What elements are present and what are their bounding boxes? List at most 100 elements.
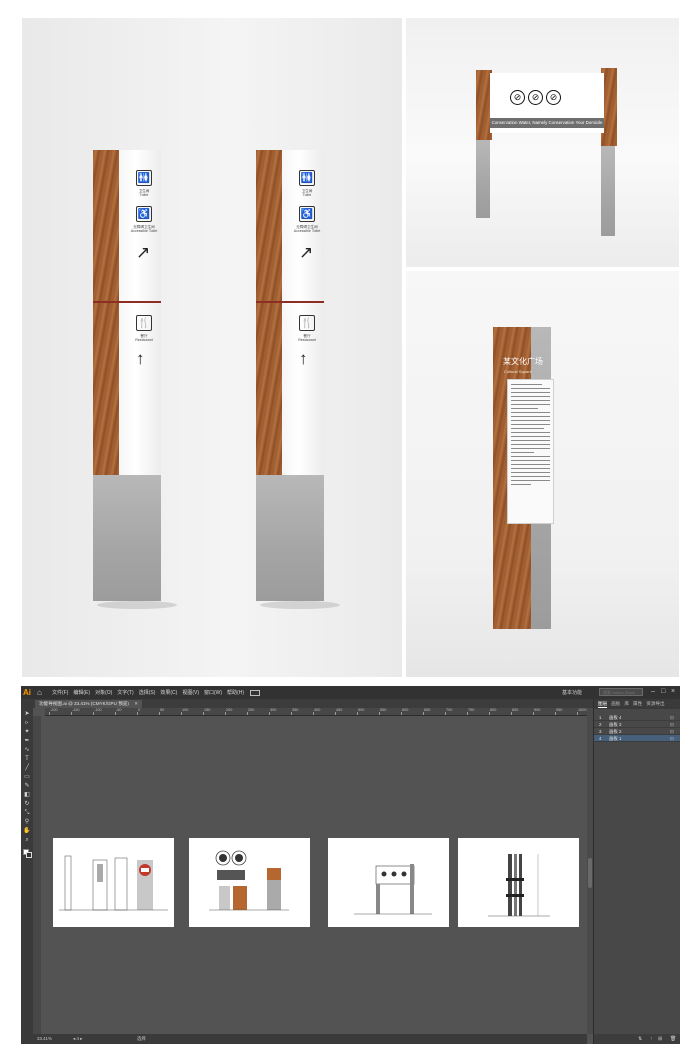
tab-artboards[interactable]: 画板 [611,701,620,707]
maximize-icon[interactable]: □ [661,688,665,696]
menu-effect[interactable]: 效果(C) [160,689,177,696]
menu-object[interactable]: 对象(O) [95,689,112,696]
vertical-ruler[interactable] [33,716,41,1034]
eraser-tool-icon[interactable]: ◧ [23,792,31,799]
eyedropper-tool-icon[interactable]: ⚲ [23,819,31,826]
menu-file[interactable]: 文件(F) [52,689,68,696]
document-tab-bar: 功能导视图.ai @ 33.41% (CMYK/GPU 预览) ✕ [33,699,599,708]
new-artboard-icon[interactable]: ⊞ [658,1034,662,1044]
ruler-label: 50 [160,708,165,712]
menu-edit[interactable]: 编辑(E) [73,689,90,696]
menu-window[interactable]: 窗口(W) [204,689,222,696]
toilet-label: 卫生间 Toilet [301,189,313,197]
document-tab[interactable]: 功能导视图.ai @ 33.41% (CMYK/GPU 预览) ✕ [35,700,143,708]
delete-icon[interactable]: 🗑 [670,1034,676,1044]
menu-select[interactable]: 选择(S) [139,689,156,696]
artboard-3-drawing [354,864,432,915]
artboard-options-icon[interactable]: ⊡ [670,721,674,728]
arrow-up-right-icon: ↗ [136,243,151,262]
rectangle-tool-icon[interactable]: ▭ [23,774,31,781]
no-fishing-icon: ⊘ [528,90,543,105]
tab-libraries[interactable]: 库 [624,701,629,707]
type-tool-icon[interactable]: T [23,756,31,763]
home-icon[interactable]: ⌂ [37,688,47,698]
artboard-options-icon[interactable]: ⊡ [670,728,674,735]
workspace-switcher[interactable]: 基本功能 [562,689,582,696]
app-logo-icon: Ai [23,688,31,697]
artboard-4-drawing [488,854,550,917]
menu-bar: Ai ⌂ 文件(F) 编辑(E) 对象(O) 文字(T) 选择(S) 效果(C)… [21,686,680,699]
horizontal-ruler[interactable]: -200 -150 -100 -50 0 50 100 150 200 250 300 350 400 4… [45,708,587,716]
render-showcase: 🚻 卫生间 Toilet ♿ 无障碍卫生间 Accessible Toilet ↗ … [22,18,679,677]
menu-help[interactable]: 帮助(H) [227,689,244,696]
ruler-label: -200 [50,708,58,712]
gate-sign-render: ⊘ ⊘ ⊘ Conservation Water, Namely Conserv… [406,18,679,267]
ruler-tick [115,712,116,715]
zoom-tool-icon[interactable]: ⌕ [23,837,31,844]
ruler-tick [445,712,446,715]
layers-panel: 图层 画板 库 属性 资源导出 1 画板 4 ⊡ 2 画板 3 ⊡ 3 画板 2… [593,699,680,1044]
direct-selection-tool-icon[interactable]: ▹ [23,720,31,727]
ruler-label: 0 [138,708,141,712]
ruler-label: 750 [468,708,475,712]
stock-search-input[interactable] [599,688,643,696]
culture-text-panel [507,379,554,524]
pillar-sign-1: 🚻 卫生间 Toilet ♿ 无障碍卫生间 Accessible Toilet ↗ … [93,150,177,610]
artboard-options-icon[interactable]: ⊡ [670,735,674,742]
tab-properties[interactable]: 属性 [633,701,642,707]
pillar-sign-2: 🚻 卫生间 Toilet ♿ 无障碍卫生间 Accessible Toilet ↗ … [256,150,340,610]
rotate-tool-icon[interactable]: ↻ [23,801,31,808]
arrange-documents-icon[interactable] [250,689,260,696]
ruler-tick [555,712,556,715]
artboard-1[interactable] [53,838,174,927]
accessible-icon: ♿ [136,206,152,222]
layer-row[interactable]: 2 画板 3 ⊡ [594,721,680,728]
tab-asset-export[interactable]: 资源导出 [646,701,664,707]
artboard-3[interactable] [328,838,449,927]
artboard-2-drawing [209,850,289,911]
tab-close-icon[interactable]: ✕ [134,701,138,706]
ruler-tick [137,712,138,715]
hand-tool-icon[interactable]: ✋ [23,828,31,835]
menu-view[interactable]: 视图(V) [182,689,199,696]
ruler-tick [313,712,314,715]
artboard-options-icon[interactable]: ⊡ [670,714,674,721]
magic-wand-tool-icon[interactable]: ✦ [23,729,31,736]
artboard-page-number[interactable]: 4 [76,1036,78,1041]
pen-tool-icon[interactable]: ✒ [23,738,31,745]
curvature-tool-icon[interactable]: ∿ [23,747,31,754]
restaurant-label: 餐厅 Restaurant [298,334,316,342]
sign-face [119,150,161,475]
ruler-label: 500 [358,708,365,712]
tools-panel: ➤ ▹ ✦ ✒ ∿ T ╱ ▭ ✎ ◧ ↻ ⤡ ⚲ ✋ ⌕ [21,699,33,1044]
layer-row[interactable]: 1 画板 4 ⊡ [594,714,680,721]
layer-row-selected[interactable]: 4 画板 1 ⊡ [594,735,680,742]
canvas-area[interactable] [41,716,587,1034]
stroke-color-swatch[interactable] [26,852,32,858]
paintbrush-tool-icon[interactable]: ✎ [23,783,31,790]
move-up-icon[interactable]: ↑ [650,1034,653,1044]
ruler-tick [423,712,424,715]
line-tool-icon[interactable]: ╱ [23,765,31,772]
menu-type[interactable]: 文字(T) [117,689,133,696]
layer-row[interactable]: 3 画板 2 ⊡ [594,728,680,735]
close-icon[interactable]: × [671,688,675,696]
scrollbar-thumb[interactable] [588,858,592,888]
rearrange-icon[interactable]: ⇅ [638,1034,642,1044]
tab-layers[interactable]: 图层 [598,701,608,708]
accessible-label: 无障碍卫生间 Accessible Toilet [293,225,321,233]
artboard-navigator[interactable]: ◂ 4 ▸ [73,1034,82,1044]
toilet-icon: 🚻 [136,170,152,186]
toilet-icon: 🚻 [299,170,315,186]
ruler-tick [379,712,380,715]
panel-tab-bar: 图层 画板 库 属性 资源导出 [594,699,680,709]
wood-strip [256,150,282,475]
minimize-icon[interactable]: – [651,688,655,696]
ruler-label: 400 [314,708,321,712]
ruler-tick [247,712,248,715]
selection-tool-icon[interactable]: ➤ [23,711,31,718]
zoom-level[interactable]: 33.41% [37,1036,52,1041]
artboard-2[interactable] [189,838,310,927]
scale-tool-icon[interactable]: ⤡ [23,810,31,817]
artboard-4[interactable] [458,838,579,927]
